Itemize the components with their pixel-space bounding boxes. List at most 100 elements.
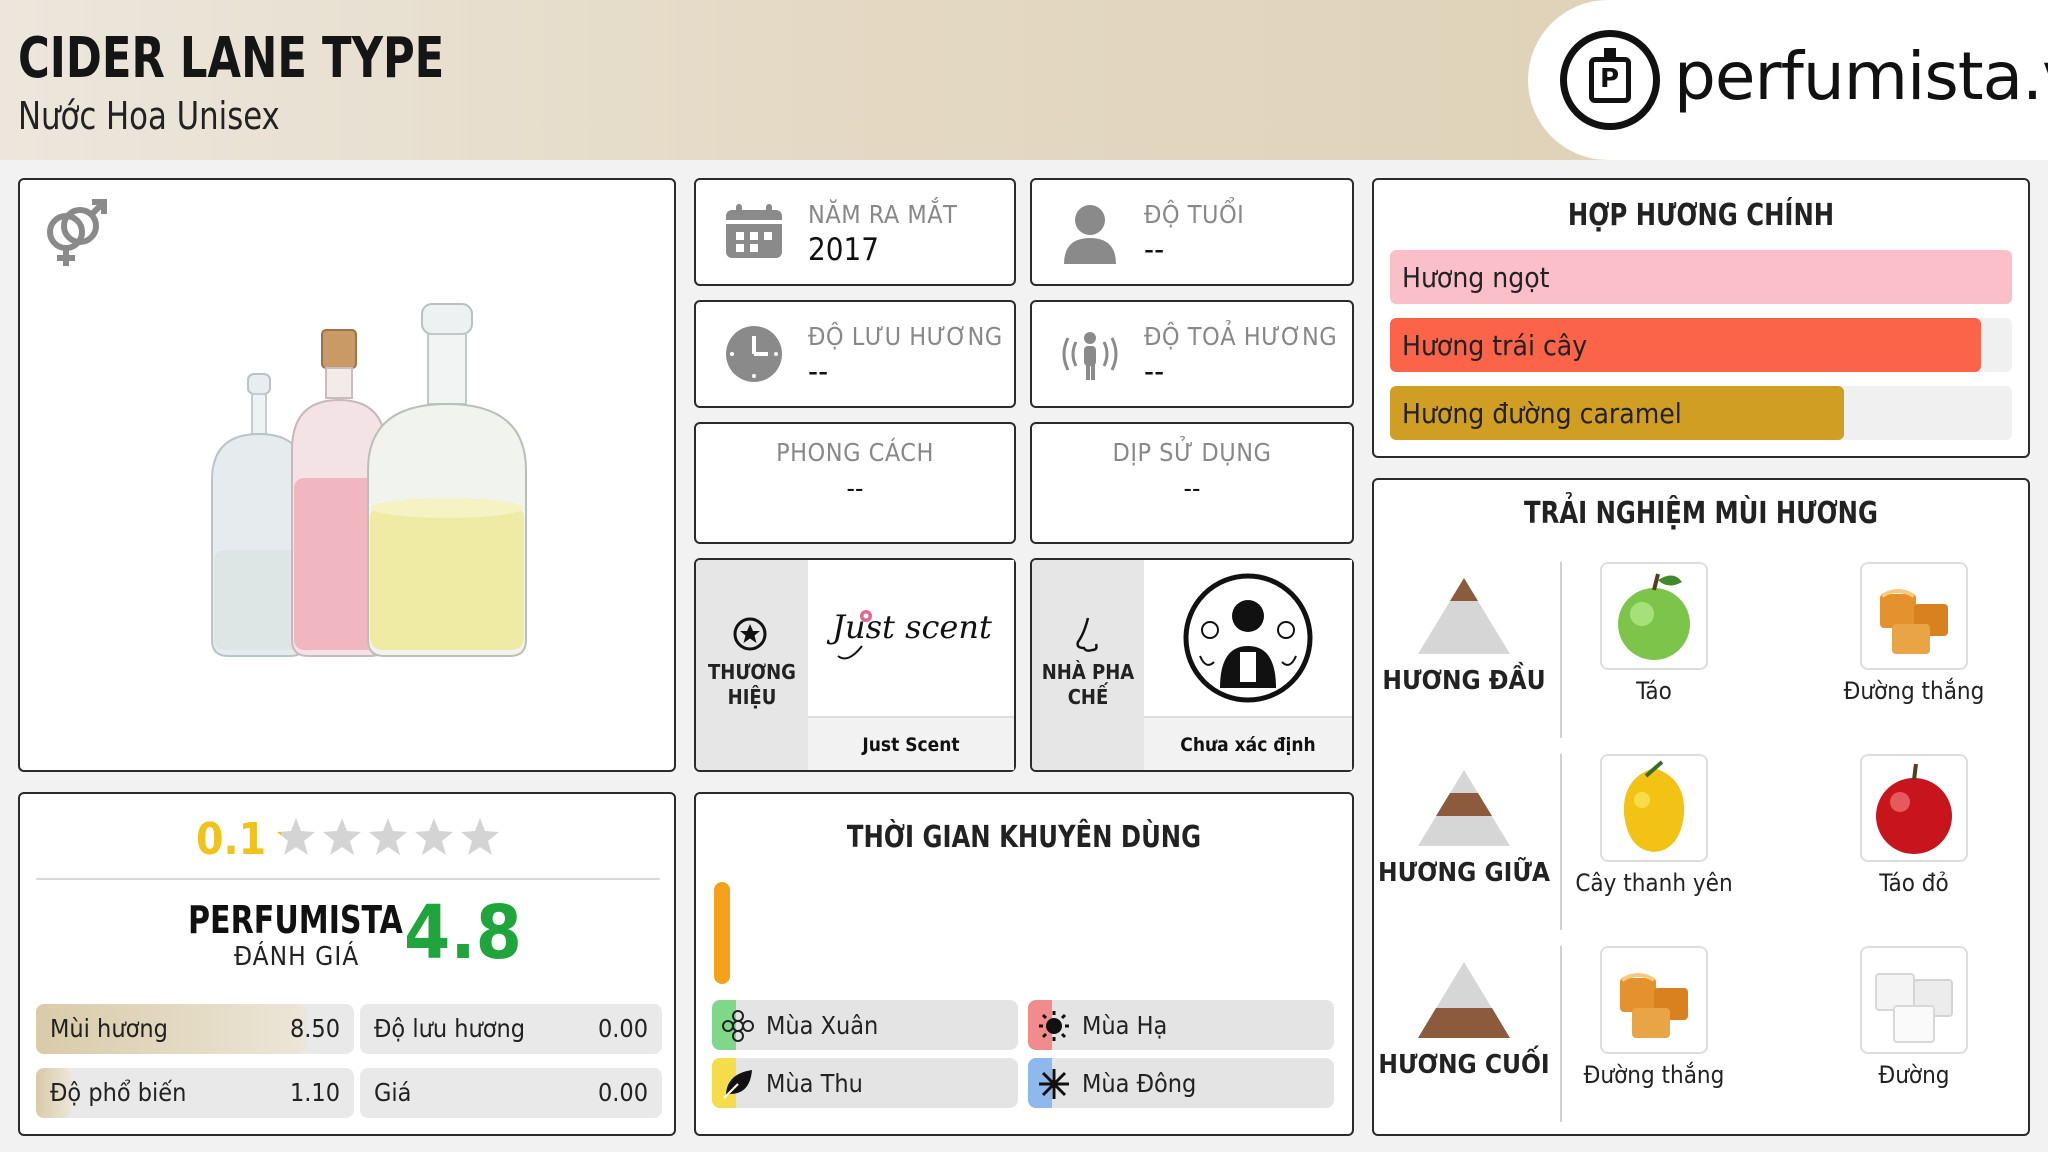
season-winter-label: Mùa Đông: [1082, 1069, 1197, 1098]
brand-logo-image[interactable]: Just scent: [808, 560, 1014, 716]
star-icon[interactable]: [321, 816, 363, 858]
note-caramel-top[interactable]: Đường thắng: [1834, 562, 1994, 706]
longevity-card: ĐỘ LƯU HƯƠNG --: [694, 300, 1016, 408]
season-spring: Mùa Xuân: [712, 1000, 1018, 1050]
base-notes-label: HƯƠNG CUỐI: [1378, 1050, 1550, 1080]
metric-price-label: Giá: [374, 1078, 412, 1107]
star-badge-icon: [733, 617, 767, 651]
star-icon[interactable]: [459, 816, 501, 858]
metric-longevity-value: 0.00: [597, 1014, 648, 1043]
main-accords-card: HỢP HƯƠNG CHÍNH Hương ngọt Hương trái câ…: [1372, 178, 2030, 458]
flower-icon: [722, 1010, 754, 1042]
metric-price: Giá 0.00: [360, 1068, 662, 1118]
perfume-bottles-image: [211, 303, 527, 657]
star-rating[interactable]: [275, 816, 501, 858]
perfumer-name[interactable]: Chưa xác định: [1144, 716, 1352, 770]
sillage-card: ĐỘ TOẢ HƯƠNG --: [1030, 300, 1354, 408]
note-red-apple-label: Táo đỏ: [1879, 869, 1949, 897]
accord-caramel: Hương đường caramel: [1390, 386, 2012, 440]
red-apple-icon: [1876, 763, 1952, 854]
age-label: ĐỘ TUỔI: [1144, 200, 1245, 229]
occasion-label: DỊP SỬ DỤNG: [1112, 438, 1272, 467]
star-icon[interactable]: [413, 816, 455, 858]
brand-label-panel: THƯƠNG HIỆU: [696, 560, 808, 770]
longevity-value: --: [808, 354, 829, 390]
citron-icon: [1623, 760, 1685, 852]
perfumer-image[interactable]: [1144, 560, 1352, 716]
launch-year-label: NĂM RA MẮT: [808, 200, 958, 229]
brand-name[interactable]: Just Scent: [808, 716, 1014, 770]
rating-card: 0.1 PERFUMISTA ĐÁNH GIÁ 4.8 Mùi hương 8.…: [18, 792, 676, 1136]
leaf-icon: [723, 1070, 752, 1099]
recommended-season-card: THỜI GIAN KHUYÊN DÙNG Mùa Xuân Mùa Hạ Mù…: [694, 792, 1354, 1136]
longevity-label: ĐỘ LƯU HƯƠNG: [808, 322, 1003, 351]
just-scent-logo-icon: Just scent: [826, 608, 992, 660]
note-divider: [1560, 562, 1562, 738]
scent-experience-card: TRẢI NGHIỆM MÙI HƯƠNG HƯƠNG ĐẦU Táo Đườn…: [1372, 478, 2030, 1136]
note-citron[interactable]: Cây thanh yên: [1574, 754, 1734, 898]
note-apple[interactable]: Táo: [1574, 562, 1734, 706]
sun-icon: [1039, 1011, 1069, 1041]
radiating-person-icon: [1062, 332, 1118, 380]
green-apple-icon: [1618, 573, 1690, 660]
season-title: THỜI GIAN KHUYÊN DÙNG: [846, 820, 1202, 855]
perfumer-avatar-icon: [1183, 573, 1313, 703]
star-icon[interactable]: [275, 816, 317, 858]
season-winter: Mùa Đông: [1028, 1058, 1334, 1108]
perfumista-score: 4.8: [404, 890, 522, 976]
metric-scent: Mùi hương 8.50: [36, 1004, 354, 1054]
metric-popularity-value: 1.10: [289, 1078, 340, 1107]
note-red-apple[interactable]: Táo đỏ: [1834, 754, 1994, 898]
note-sugar-label: Đường: [1878, 1061, 1950, 1089]
note-citron-label: Cây thanh yên: [1575, 869, 1733, 897]
season-summer-label: Mùa Hạ: [1082, 1011, 1168, 1040]
metric-longevity: Độ lưu hương 0.00: [360, 1004, 662, 1054]
style-value: --: [846, 474, 864, 504]
metric-scent-label: Mùi hương: [50, 1014, 168, 1043]
style-card: PHONG CÁCH --: [694, 422, 1016, 544]
perfume-bottle-logo-icon: [1560, 30, 1660, 130]
sillage-value: --: [1144, 354, 1165, 390]
time-of-day-bar: [714, 882, 730, 984]
brand-logo-text: Just scent: [826, 608, 992, 646]
accords-title: HỢP HƯƠNG CHÍNH: [1567, 198, 1835, 233]
star-icon[interactable]: [367, 816, 409, 858]
note-divider: [1560, 754, 1562, 930]
middle-notes-label: HƯƠNG GIỮA: [1378, 858, 1550, 888]
launch-year-value: 2017: [808, 232, 879, 268]
note-caramel-base[interactable]: Đường thắng: [1574, 946, 1734, 1090]
perfume-subtitle: Nước Hoa Unisex: [18, 94, 280, 138]
perfumista-sublabel: ĐÁNH GIÁ: [234, 942, 360, 972]
season-autumn: Mùa Thu: [712, 1058, 1018, 1108]
perfumer-label-panel: NHÀ PHA CHẾ: [1032, 560, 1144, 770]
note-caramel-top-label: Đường thắng: [1843, 677, 1985, 705]
note-sugar[interactable]: Đường: [1834, 946, 1994, 1090]
caramel-icon: [1880, 589, 1948, 654]
style-label: PHONG CÁCH: [776, 438, 934, 467]
perfumer-label: NHÀ PHA CHẾ: [1041, 660, 1135, 709]
season-summer: Mùa Hạ: [1028, 1000, 1334, 1050]
occasion-value: --: [1183, 474, 1201, 504]
launch-year-card: NĂM RA MẮT 2017: [694, 178, 1016, 286]
nose-icon: [1076, 617, 1098, 652]
perfumer-card[interactable]: NHÀ PHA CHẾ Chưa xác định: [1030, 558, 1354, 772]
brand-card[interactable]: THƯƠNG HIỆU Just scent Just Scent: [694, 558, 1016, 772]
pyramid-middle-icon: [1418, 770, 1510, 846]
perfume-title: CIDER LANE TYPE: [18, 26, 445, 91]
calendar-icon: [726, 204, 782, 258]
user-icon: [1064, 205, 1116, 264]
brand-label: THƯƠNG HIỆU: [708, 660, 796, 709]
metric-price-value: 0.00: [597, 1078, 648, 1107]
accord-fruity: Hương trái cây: [1390, 318, 2012, 372]
metric-popularity-label: Độ phổ biến: [50, 1078, 187, 1107]
sugar-cubes-icon: [1875, 973, 1953, 1043]
age-card: ĐỘ TUỔI --: [1030, 178, 1354, 286]
perfumista-label: PERFUMISTA: [188, 898, 403, 942]
site-logo-text[interactable]: perfumista.vn: [1674, 38, 2048, 115]
note-divider: [1560, 946, 1562, 1122]
age-value: --: [1144, 232, 1165, 268]
accord-sweet-label: Hương ngọt: [1402, 261, 1550, 294]
note-caramel-base-label: Đường thắng: [1583, 1061, 1725, 1089]
rating-divider: [36, 878, 660, 880]
occasion-card: DỊP SỬ DỤNG --: [1030, 422, 1354, 544]
